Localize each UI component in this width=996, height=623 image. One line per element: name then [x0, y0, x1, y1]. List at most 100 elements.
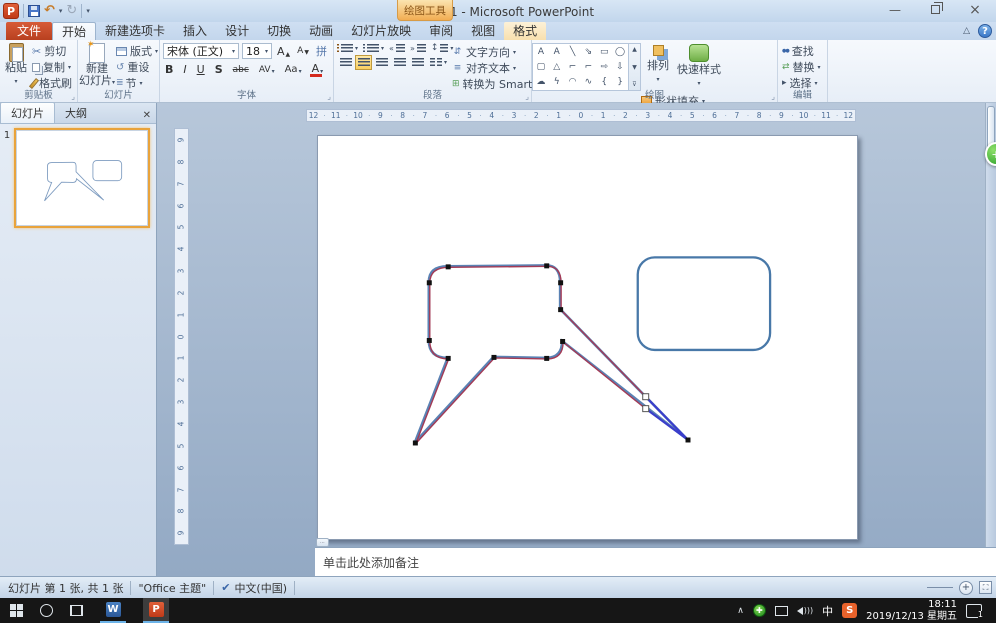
- grow-font-button[interactable]: A▲: [275, 45, 292, 58]
- change-case-button[interactable]: Aa▾: [283, 64, 304, 75]
- text-shadow-button[interactable]: S: [213, 63, 225, 76]
- arrow-icon[interactable]: ⇘: [585, 47, 593, 57]
- taskbar-powerpoint-button[interactable]: P: [143, 598, 169, 623]
- paragraph-dialog-launcher[interactable]: ⌟: [525, 92, 529, 101]
- tab-design[interactable]: 设计: [216, 22, 258, 40]
- zoom-in-button[interactable]: +: [959, 581, 973, 595]
- left-brace-icon[interactable]: {: [601, 77, 607, 87]
- slide-canvas[interactable]: [317, 135, 858, 540]
- close-panel-icon[interactable]: ✕: [143, 110, 151, 123]
- tab-view[interactable]: 视图: [462, 22, 504, 40]
- line-spacing-icon[interactable]: ↕▾: [431, 43, 454, 53]
- vertical-ruler[interactable]: 9876543210123456789: [174, 128, 189, 545]
- tab-format[interactable]: 格式: [504, 22, 546, 40]
- notes-pane[interactable]: ⋯ 单击此处添加备注: [315, 547, 996, 576]
- strikethrough-button[interactable]: abc: [231, 65, 251, 75]
- rectangle-icon[interactable]: ▭: [600, 47, 609, 57]
- ime-indicator[interactable]: 中: [822, 603, 833, 619]
- help-icon[interactable]: ?: [978, 24, 992, 38]
- task-view-icon[interactable]: [70, 605, 83, 616]
- search-icon[interactable]: [40, 604, 53, 617]
- bullets-icon[interactable]: ▾: [337, 44, 358, 53]
- justify-button[interactable]: [391, 55, 408, 70]
- notification-center-icon[interactable]: 1: [966, 604, 982, 618]
- rounded-rectangle-icon[interactable]: ▢: [537, 62, 546, 72]
- tab-slides[interactable]: 幻灯片: [0, 102, 55, 123]
- align-right-button[interactable]: [373, 55, 390, 70]
- slide-thumbnail[interactable]: [14, 128, 150, 228]
- font-dialog-launcher[interactable]: ⌟: [327, 92, 331, 101]
- copy-button[interactable]: 复制▾: [32, 60, 72, 74]
- shape-gallery-scrollbar[interactable]: ▲▼⊽: [629, 43, 641, 91]
- scribble-icon[interactable]: ϟ: [554, 77, 560, 87]
- line-icon[interactable]: ╲: [570, 47, 575, 57]
- curve-icon[interactable]: ∿: [585, 77, 593, 87]
- notes-splitter-grip[interactable]: ⋯: [316, 538, 329, 547]
- volume-icon[interactable]: ))): [797, 606, 813, 615]
- speech-bubble-edit-path[interactable]: [416, 266, 647, 443]
- tab-transitions[interactable]: 切换: [258, 22, 300, 40]
- horizontal-ruler[interactable]: 12·11·10·9·8·7·6·5·4·3·2·1·0·1·2·3·4·5·6…: [306, 109, 856, 122]
- tab-insert[interactable]: 插入: [174, 22, 216, 40]
- reset-button[interactable]: ↺重设: [116, 60, 158, 74]
- text-direction-button[interactable]: ⇵文字方向▾: [452, 45, 531, 59]
- underline-button[interactable]: U: [195, 63, 207, 76]
- font-family-combo[interactable]: 宋体 (正文)▾: [163, 43, 239, 59]
- tab-animations[interactable]: 动画: [300, 22, 342, 40]
- font-size-combo[interactable]: 18▾: [242, 43, 272, 59]
- quick-styles-button[interactable]: 快速样式▾: [675, 40, 723, 90]
- minimize-button[interactable]: —: [882, 2, 908, 18]
- decrease-indent-icon[interactable]: «: [389, 44, 405, 53]
- triangle-icon[interactable]: △: [553, 62, 560, 72]
- restore-button[interactable]: [922, 2, 948, 18]
- align-text-button[interactable]: ≡对齐文本▾: [452, 61, 531, 75]
- antivirus-tray-icon[interactable]: ✚: [753, 604, 766, 617]
- vertical-text-box-icon[interactable]: A: [554, 47, 560, 57]
- tab-outline[interactable]: 大纲: [55, 103, 97, 123]
- start-button[interactable]: [10, 604, 23, 617]
- arrange-button[interactable]: 排列▾: [641, 40, 675, 86]
- align-left-button[interactable]: [337, 55, 354, 70]
- vertical-scrollbar[interactable]: ▲ ▼: [985, 103, 996, 576]
- clock[interactable]: 18:11 2019/12/13 星期五: [866, 599, 957, 623]
- cut-button[interactable]: ✂剪切: [32, 44, 72, 58]
- elbow-connector-icon[interactable]: ⌐: [569, 62, 577, 72]
- cloud-icon[interactable]: ☁: [536, 77, 545, 87]
- shrink-font-button[interactable]: A▼: [295, 46, 311, 56]
- spellcheck-icon[interactable]: ✔: [221, 581, 230, 594]
- display-tray-icon[interactable]: [775, 606, 788, 616]
- right-arrow-icon[interactable]: ⇨: [600, 62, 608, 72]
- italic-button[interactable]: I: [181, 63, 188, 76]
- elbow-arrow-connector-icon[interactable]: ⌐: [585, 62, 593, 72]
- segment-handles[interactable]: [643, 394, 649, 412]
- right-brace-icon[interactable]: }: [617, 77, 623, 87]
- language-indicator[interactable]: 中文(中国): [234, 580, 287, 596]
- close-button[interactable]: ×: [962, 2, 988, 18]
- tab-review[interactable]: 审阅: [420, 22, 462, 40]
- arc-icon[interactable]: ◠: [569, 77, 577, 87]
- theme-name[interactable]: "Office 主题": [138, 580, 206, 596]
- increase-indent-icon[interactable]: »: [410, 44, 426, 53]
- layout-button[interactable]: 版式▾: [116, 44, 158, 58]
- find-button[interactable]: ●●查找: [782, 44, 821, 58]
- clipboard-dialog-launcher[interactable]: ⌟: [71, 92, 75, 101]
- replace-button[interactable]: ⇄替换▾: [782, 60, 821, 74]
- edit-point-handles[interactable]: [413, 263, 691, 445]
- paste-button[interactable]: 粘贴▾: [0, 40, 32, 88]
- drawing-dialog-launcher[interactable]: ⌟: [771, 92, 775, 101]
- speech-bubble-tail-segment[interactable]: [646, 397, 688, 440]
- show-hidden-icons[interactable]: ∧: [737, 606, 744, 616]
- zoom-slider[interactable]: [927, 587, 953, 588]
- notes-placeholder[interactable]: 单击此处添加备注: [315, 548, 996, 571]
- bold-button[interactable]: B: [163, 63, 175, 76]
- new-slide-button[interactable]: 新建幻灯片▾: [78, 40, 116, 89]
- oval-icon[interactable]: ◯: [615, 47, 625, 57]
- tab-file[interactable]: 文件: [6, 22, 52, 40]
- font-color-button[interactable]: A▾: [310, 62, 326, 77]
- columns-icon[interactable]: ▾: [430, 58, 447, 67]
- sogou-input-icon[interactable]: S: [842, 603, 857, 618]
- distribute-button[interactable]: [409, 55, 426, 70]
- rounded-rectangle-shape[interactable]: [638, 257, 770, 350]
- tab-slide-show[interactable]: 幻灯片放映: [342, 22, 420, 40]
- numbering-icon[interactable]: ▾: [363, 44, 384, 53]
